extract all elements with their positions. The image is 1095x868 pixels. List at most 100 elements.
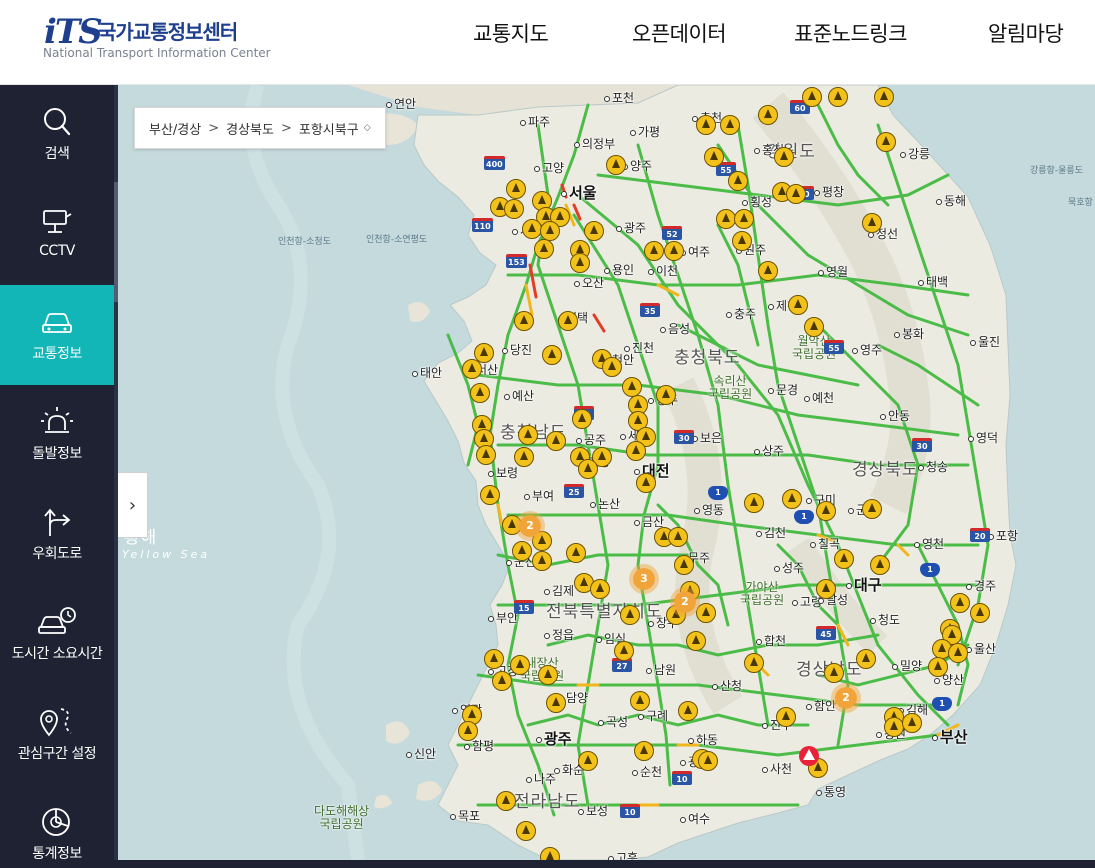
construction-marker-icon[interactable] — [734, 209, 754, 229]
city-label[interactable]: 영덕 — [968, 429, 998, 446]
construction-marker-icon[interactable] — [514, 311, 534, 331]
marker-cluster[interactable]: 2 — [831, 683, 861, 713]
marker-cluster[interactable]: 2 — [515, 511, 545, 541]
city-label[interactable]: 태안 — [412, 364, 442, 381]
city-label[interactable]: 청도 — [870, 611, 900, 628]
construction-marker-icon[interactable] — [828, 87, 848, 107]
city-label[interactable]: 울진 — [970, 333, 1000, 350]
construction-marker-icon[interactable] — [668, 527, 688, 547]
construction-marker-icon[interactable] — [816, 501, 836, 521]
construction-marker-icon[interactable] — [622, 377, 642, 397]
city-label[interactable]: 성주 — [774, 559, 804, 576]
construction-marker-icon[interactable] — [804, 317, 824, 337]
construction-marker-icon[interactable] — [870, 555, 890, 575]
city-label[interactable]: 동해 — [936, 192, 966, 209]
construction-marker-icon[interactable] — [824, 663, 844, 683]
scrollbar-thumb[interactable] — [114, 182, 118, 302]
city-label[interactable]: 예산 — [504, 387, 534, 404]
construction-marker-icon[interactable] — [614, 641, 634, 661]
city-label[interactable]: 파주 — [520, 113, 550, 130]
construction-marker-icon[interactable] — [532, 551, 552, 571]
breadcrumb[interactable]: 부산/경상 > 경상북도 > 포항시북구 ◇ — [134, 107, 386, 149]
nav-open-data[interactable]: 오픈데이터 — [632, 18, 727, 48]
sidebar-item-cctv[interactable]: CCTV — [0, 185, 114, 285]
construction-marker-icon[interactable] — [516, 821, 536, 841]
construction-marker-icon[interactable] — [704, 147, 724, 167]
construction-marker-icon[interactable] — [720, 115, 740, 135]
city-label[interactable]: 문경 — [768, 381, 798, 398]
construction-marker-icon[interactable] — [856, 649, 876, 669]
city-label[interactable]: 나주 — [526, 770, 556, 787]
construction-marker-icon[interactable] — [758, 261, 778, 281]
city-label[interactable]: 가평 — [630, 123, 660, 140]
city-label[interactable]: 곡성 — [598, 713, 628, 730]
city-label[interactable]: 하동 — [688, 731, 718, 748]
construction-marker-icon[interactable] — [506, 179, 526, 199]
accident-warning-icon[interactable] — [799, 746, 819, 766]
construction-marker-icon[interactable] — [656, 385, 676, 405]
city-label[interactable]: 김제 — [544, 582, 574, 599]
construction-marker-icon[interactable] — [558, 311, 578, 331]
city-label[interactable]: 광주 — [616, 219, 646, 236]
city-label[interactable]: 여수 — [680, 810, 710, 827]
construction-marker-icon[interactable] — [480, 485, 500, 505]
city-label[interactable]: 보성 — [578, 802, 608, 819]
city-label[interactable]: 부여 — [524, 487, 554, 504]
city-label[interactable]: 강릉 — [900, 145, 930, 162]
city-label[interactable]: 봉화 — [894, 325, 924, 342]
construction-marker-icon[interactable] — [578, 459, 598, 479]
construction-marker-icon[interactable] — [462, 359, 482, 379]
construction-marker-icon[interactable] — [496, 791, 516, 811]
sidebar-item-detour-road[interactable]: 우회도로 — [0, 485, 114, 585]
city-label[interactable]: 신안 — [406, 745, 436, 762]
city-label[interactable]: 충주 — [726, 305, 756, 322]
construction-marker-icon[interactable] — [470, 383, 490, 403]
city-label[interactable]: 연안 — [386, 95, 416, 112]
construction-marker-icon[interactable] — [816, 579, 836, 599]
sidebar-item-intercity-time[interactable]: 도시간 소요시간 — [0, 585, 114, 685]
construction-marker-icon[interactable] — [504, 199, 524, 219]
construction-marker-icon[interactable] — [570, 253, 590, 273]
city-label[interactable]: 경주 — [966, 577, 996, 594]
nav-notice-board[interactable]: 알림마당 — [988, 18, 1064, 48]
construction-marker-icon[interactable] — [534, 239, 554, 259]
sidebar-item-search[interactable]: 검색 — [0, 85, 114, 185]
construction-marker-icon[interactable] — [786, 184, 806, 204]
city-label[interactable]: 고흥 — [608, 849, 638, 860]
breadcrumb-region[interactable]: 부산/경상 — [149, 119, 201, 138]
panel-toggle-button[interactable]: › — [118, 472, 148, 538]
construction-marker-icon[interactable] — [514, 447, 534, 467]
city-label[interactable]: 의정부 — [574, 135, 615, 152]
breadcrumb-dropdown-icon[interactable]: ◇ — [364, 123, 371, 133]
city-label[interactable]: 합천 — [756, 632, 786, 649]
construction-marker-icon[interactable] — [484, 649, 504, 669]
city-label[interactable]: 예천 — [804, 389, 834, 406]
city-label[interactable]: 대구 — [846, 574, 882, 595]
construction-marker-icon[interactable] — [578, 751, 598, 771]
city-label[interactable]: 정읍 — [544, 626, 574, 643]
construction-marker-icon[interactable] — [584, 221, 604, 241]
city-label[interactable]: 횡성 — [742, 193, 772, 210]
construction-marker-icon[interactable] — [512, 541, 532, 561]
construction-marker-icon[interactable] — [626, 441, 646, 461]
construction-marker-icon[interactable] — [698, 751, 718, 771]
construction-marker-icon[interactable] — [902, 713, 922, 733]
sidebar-scrollbar[interactable] — [114, 85, 118, 868]
construction-marker-icon[interactable] — [874, 87, 894, 107]
city-label[interactable]: 울산 — [966, 640, 996, 657]
construction-marker-icon[interactable] — [636, 473, 656, 493]
city-label[interactable]: 논산 — [590, 495, 620, 512]
construction-marker-icon[interactable] — [458, 721, 478, 741]
construction-marker-icon[interactable] — [606, 155, 626, 175]
construction-marker-icon[interactable] — [884, 717, 904, 737]
construction-marker-icon[interactable] — [728, 171, 748, 191]
city-label[interactable]: 보은 — [692, 429, 722, 446]
construction-marker-icon[interactable] — [862, 499, 882, 519]
construction-marker-icon[interactable] — [546, 693, 566, 713]
construction-marker-icon[interactable] — [492, 671, 512, 691]
city-label[interactable]: 이천 — [648, 262, 678, 279]
construction-marker-icon[interactable] — [732, 231, 752, 251]
city-label[interactable]: 용인 — [604, 261, 634, 278]
construction-marker-icon[interactable] — [540, 221, 560, 241]
city-label[interactable]: 영월 — [818, 263, 848, 280]
